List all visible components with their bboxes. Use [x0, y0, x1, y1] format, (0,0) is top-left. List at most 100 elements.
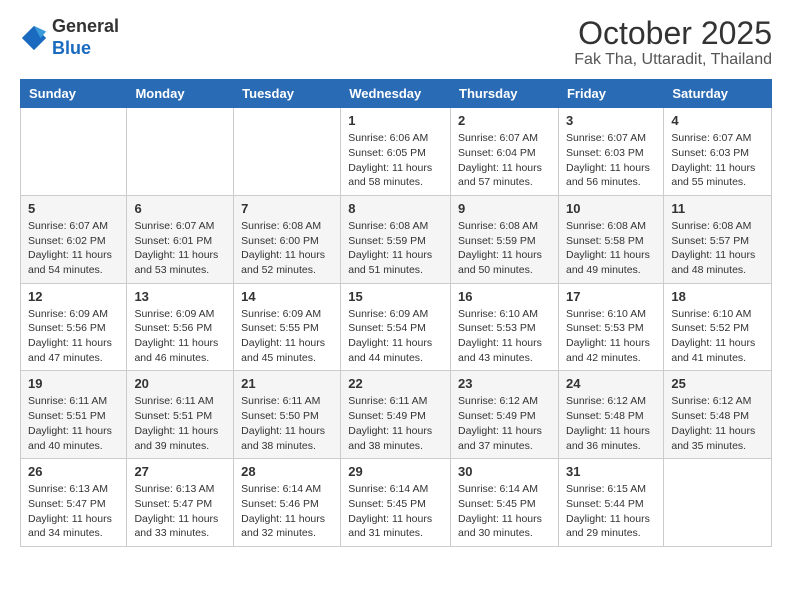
- header-friday: Friday: [558, 80, 663, 108]
- day-number: 20: [134, 376, 226, 391]
- day-info: Sunrise: 6:07 AMSunset: 6:03 PMDaylight:…: [671, 131, 764, 190]
- day-info: Sunrise: 6:10 AMSunset: 5:53 PMDaylight:…: [458, 307, 551, 366]
- header-saturday: Saturday: [664, 80, 772, 108]
- day-info: Sunrise: 6:10 AMSunset: 5:53 PMDaylight:…: [566, 307, 656, 366]
- calendar-cell: 8 Sunrise: 6:08 AMSunset: 5:59 PMDaylight…: [341, 195, 451, 283]
- day-info: Sunrise: 6:12 AMSunset: 5:48 PMDaylight:…: [566, 394, 656, 453]
- calendar-cell: 26 Sunrise: 6:13 AMSunset: 5:47 PMDayligh…: [21, 459, 127, 547]
- day-number: 27: [134, 464, 226, 479]
- day-number: 2: [458, 113, 551, 128]
- day-info: Sunrise: 6:07 AMSunset: 6:03 PMDaylight:…: [566, 131, 656, 190]
- day-number: 16: [458, 289, 551, 304]
- day-number: 26: [28, 464, 119, 479]
- day-info: Sunrise: 6:09 AMSunset: 5:54 PMDaylight:…: [348, 307, 443, 366]
- day-number: 21: [241, 376, 333, 391]
- day-number: 11: [671, 201, 764, 216]
- day-number: 31: [566, 464, 656, 479]
- day-info: Sunrise: 6:08 AMSunset: 5:59 PMDaylight:…: [348, 219, 443, 278]
- calendar-cell: 9 Sunrise: 6:08 AMSunset: 5:59 PMDaylight…: [451, 195, 559, 283]
- day-info: Sunrise: 6:08 AMSunset: 5:58 PMDaylight:…: [566, 219, 656, 278]
- day-number: 23: [458, 376, 551, 391]
- calendar-cell: 3 Sunrise: 6:07 AMSunset: 6:03 PMDaylight…: [558, 108, 663, 196]
- day-number: 7: [241, 201, 333, 216]
- calendar-table: Sunday Monday Tuesday Wednesday Thursday…: [20, 79, 772, 547]
- day-info: Sunrise: 6:14 AMSunset: 5:45 PMDaylight:…: [458, 482, 551, 541]
- day-info: Sunrise: 6:14 AMSunset: 5:45 PMDaylight:…: [348, 482, 443, 541]
- calendar-cell: 20 Sunrise: 6:11 AMSunset: 5:51 PMDayligh…: [127, 371, 234, 459]
- day-info: Sunrise: 6:11 AMSunset: 5:51 PMDaylight:…: [28, 394, 119, 453]
- day-info: Sunrise: 6:09 AMSunset: 5:55 PMDaylight:…: [241, 307, 333, 366]
- logo-blue: Blue: [52, 38, 91, 58]
- calendar-week-1: 1 Sunrise: 6:06 AMSunset: 6:05 PMDaylight…: [21, 108, 772, 196]
- day-info: Sunrise: 6:13 AMSunset: 5:47 PMDaylight:…: [28, 482, 119, 541]
- calendar-cell: [127, 108, 234, 196]
- day-number: 5: [28, 201, 119, 216]
- calendar-week-4: 19Sunrise: 6:11 AMSunset: 5:51 PMDayligh…: [21, 371, 772, 459]
- day-number: 9: [458, 201, 551, 216]
- day-number: 18: [671, 289, 764, 304]
- day-number: 3: [566, 113, 656, 128]
- calendar-cell: 28Sunrise: 6:14 AMSunset: 5:46 PMDayligh…: [234, 459, 341, 547]
- day-info: Sunrise: 6:08 AMSunset: 5:57 PMDaylight:…: [671, 219, 764, 278]
- logo: General Blue: [20, 16, 119, 59]
- day-number: 30: [458, 464, 551, 479]
- day-info: Sunrise: 6:14 AMSunset: 5:46 PMDaylight:…: [241, 482, 333, 541]
- calendar-cell: 21 Sunrise: 6:11 AMSunset: 5:50 PMDayligh…: [234, 371, 341, 459]
- header-row: Sunday Monday Tuesday Wednesday Thursday…: [21, 80, 772, 108]
- day-number: 29: [348, 464, 443, 479]
- day-number: 17: [566, 289, 656, 304]
- calendar-cell: [21, 108, 127, 196]
- header-thursday: Thursday: [451, 80, 559, 108]
- logo-text: General Blue: [52, 16, 119, 59]
- day-number: 8: [348, 201, 443, 216]
- calendar-cell: 5 Sunrise: 6:07 AMSunset: 6:02 PMDaylight…: [21, 195, 127, 283]
- page-container: General Blue October 2025 Fak Tha, Uttar…: [0, 0, 792, 563]
- day-number: 22: [348, 376, 443, 391]
- day-info: Sunrise: 6:08 AMSunset: 5:59 PMDaylight:…: [458, 219, 551, 278]
- calendar-cell: 27Sunrise: 6:13 AMSunset: 5:47 PMDayligh…: [127, 459, 234, 547]
- logo-general: General: [52, 16, 119, 36]
- calendar-cell: 23 Sunrise: 6:12 AMSunset: 5:49 PMDayligh…: [451, 371, 559, 459]
- calendar-cell: 7 Sunrise: 6:08 AMSunset: 6:00 PMDaylight…: [234, 195, 341, 283]
- location: Fak Tha, Uttaradit, Thailand: [574, 51, 772, 69]
- day-info: Sunrise: 6:06 AMSunset: 6:05 PMDaylight:…: [348, 131, 443, 190]
- day-number: 14: [241, 289, 333, 304]
- day-number: 4: [671, 113, 764, 128]
- calendar-cell: 10 Sunrise: 6:08 AMSunset: 5:58 PMDayligh…: [558, 195, 663, 283]
- day-info: Sunrise: 6:07 AMSunset: 6:04 PMDaylight:…: [458, 131, 551, 190]
- calendar-cell: 18 Sunrise: 6:10 AMSunset: 5:52 PMDayligh…: [664, 283, 772, 371]
- day-info: Sunrise: 6:07 AMSunset: 6:01 PMDaylight:…: [134, 219, 226, 278]
- calendar-cell: 15 Sunrise: 6:09 AMSunset: 5:54 PMDayligh…: [341, 283, 451, 371]
- day-number: 10: [566, 201, 656, 216]
- logo-icon: [20, 24, 48, 52]
- day-number: 24: [566, 376, 656, 391]
- day-info: Sunrise: 6:07 AMSunset: 6:02 PMDaylight:…: [28, 219, 119, 278]
- day-number: 1: [348, 113, 443, 128]
- day-number: 15: [348, 289, 443, 304]
- day-info: Sunrise: 6:11 AMSunset: 5:49 PMDaylight:…: [348, 394, 443, 453]
- calendar-cell: 1 Sunrise: 6:06 AMSunset: 6:05 PMDaylight…: [341, 108, 451, 196]
- calendar-cell: 24 Sunrise: 6:12 AMSunset: 5:48 PMDayligh…: [558, 371, 663, 459]
- header-sunday: Sunday: [21, 80, 127, 108]
- day-info: Sunrise: 6:08 AMSunset: 6:00 PMDaylight:…: [241, 219, 333, 278]
- day-info: Sunrise: 6:11 AMSunset: 5:51 PMDaylight:…: [134, 394, 226, 453]
- header: General Blue October 2025 Fak Tha, Uttar…: [20, 16, 772, 69]
- calendar-cell: 16 Sunrise: 6:10 AMSunset: 5:53 PMDayligh…: [451, 283, 559, 371]
- calendar-cell: 4 Sunrise: 6:07 AMSunset: 6:03 PMDaylight…: [664, 108, 772, 196]
- calendar-cell: 29 Sunrise: 6:14 AMSunset: 5:45 PMDayligh…: [341, 459, 451, 547]
- title-area: October 2025 Fak Tha, Uttaradit, Thailan…: [574, 16, 772, 69]
- day-info: Sunrise: 6:11 AMSunset: 5:50 PMDaylight:…: [241, 394, 333, 453]
- day-info: Sunrise: 6:12 AMSunset: 5:49 PMDaylight:…: [458, 394, 551, 453]
- day-info: Sunrise: 6:09 AMSunset: 5:56 PMDaylight:…: [134, 307, 226, 366]
- calendar-week-2: 5 Sunrise: 6:07 AMSunset: 6:02 PMDaylight…: [21, 195, 772, 283]
- calendar-cell: [234, 108, 341, 196]
- calendar-cell: 6Sunrise: 6:07 AMSunset: 6:01 PMDaylight…: [127, 195, 234, 283]
- calendar-week-3: 12Sunrise: 6:09 AMSunset: 5:56 PMDayligh…: [21, 283, 772, 371]
- day-number: 13: [134, 289, 226, 304]
- calendar-cell: 25Sunrise: 6:12 AMSunset: 5:48 PMDayligh…: [664, 371, 772, 459]
- calendar-cell: 11 Sunrise: 6:08 AMSunset: 5:57 PMDayligh…: [664, 195, 772, 283]
- calendar-cell: 22 Sunrise: 6:11 AMSunset: 5:49 PMDayligh…: [341, 371, 451, 459]
- calendar-cell: 2 Sunrise: 6:07 AMSunset: 6:04 PMDaylight…: [451, 108, 559, 196]
- day-info: Sunrise: 6:10 AMSunset: 5:52 PMDaylight:…: [671, 307, 764, 366]
- header-wednesday: Wednesday: [341, 80, 451, 108]
